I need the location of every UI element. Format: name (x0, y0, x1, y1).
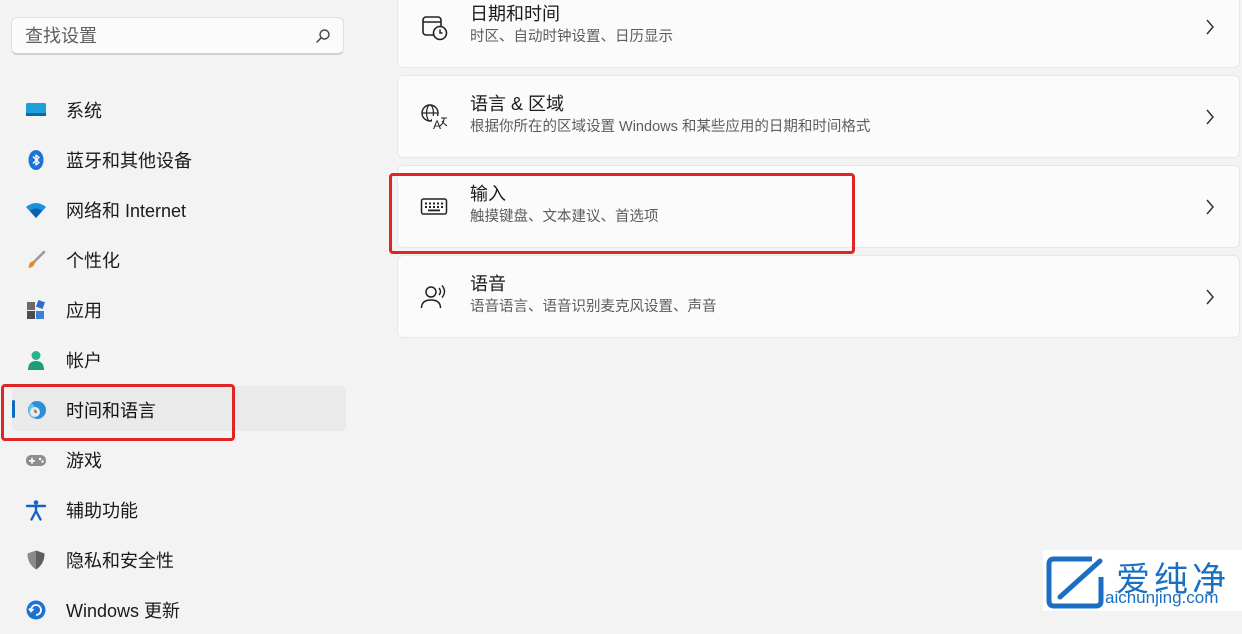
card-title: 语言 & 区域 (470, 94, 565, 114)
sidebar-item-gaming[interactable]: 游戏 (0, 434, 360, 484)
card-subtitle: 根据你所在的区域设置 Windows 和某些应用的日期和时间格式 (470, 119, 871, 135)
sidebar-item-label: 系统 (66, 101, 102, 121)
card-speech[interactable]: 语音 语音语言、语音识别麦克风设置、声音 (397, 255, 1240, 338)
sidebar-item-network[interactable]: 网络和 Internet (0, 184, 360, 234)
sidebar-item-windows-update[interactable]: Windows 更新 (0, 584, 360, 634)
accessibility-icon (25, 500, 47, 521)
sidebar-item-label: 帐户 (66, 351, 102, 371)
keyboard-icon (420, 198, 448, 215)
card-date-time[interactable]: 日期和时间 时区、自动时钟设置、日历显示 (397, 0, 1240, 68)
chevron-right-icon (1206, 199, 1214, 215)
sidebar-item-label: 隐私和安全性 (66, 551, 174, 571)
sidebar-item-apps[interactable]: 应用 (0, 284, 360, 334)
sidebar-item-accounts[interactable]: 帐户 (0, 334, 360, 384)
sidebar-item-bluetooth[interactable]: 蓝牙和其他设备 (0, 134, 360, 184)
card-subtitle: 语音语言、语音识别麦克风设置、声音 (470, 299, 717, 315)
calendar-clock-icon (422, 16, 448, 41)
speech-icon (420, 285, 446, 309)
watermark-logo-icon (1046, 556, 1104, 609)
apps-icon (27, 300, 45, 319)
wifi-icon (26, 203, 46, 218)
watermark: 爱纯净 aichunjing.com (1043, 550, 1242, 611)
card-input[interactable]: 输入 触摸键盘、文本建议、首选项 (397, 165, 1240, 248)
sidebar-item-label: 辅助功能 (66, 501, 138, 521)
card-subtitle: 时区、自动时钟设置、日历显示 (470, 29, 673, 45)
svg-text:A: A (433, 118, 441, 131)
time-language-icon (28, 401, 46, 419)
selection-indicator (12, 400, 15, 418)
sidebar-item-label: 游戏 (66, 451, 102, 471)
chevron-right-icon (1206, 289, 1214, 305)
card-language-region[interactable]: A 语言 & 区域 根据你所在的区域设置 Windows 和某些应用的日期和时间… (397, 75, 1240, 158)
brush-icon (28, 250, 46, 268)
chevron-right-icon (1206, 19, 1214, 35)
language-region-icon: A (421, 104, 448, 131)
sidebar-item-system[interactable]: 系统 (0, 84, 360, 134)
card-title: 输入 (470, 184, 506, 204)
sidebar-item-time-language[interactable]: 时间和语言 (0, 384, 360, 434)
search-input[interactable] (12, 18, 302, 54)
chevron-right-icon (1206, 109, 1214, 125)
sidebar-item-privacy[interactable]: 隐私和安全性 (0, 534, 360, 584)
sidebar-item-label: 网络和 Internet (66, 201, 187, 221)
card-title: 日期和时间 (470, 4, 560, 24)
sidebar-item-label: Windows 更新 (66, 601, 181, 621)
sidebar-item-accessibility[interactable]: 辅助功能 (0, 484, 360, 534)
search-icon[interactable] (315, 28, 331, 44)
sidebar-item-personalization[interactable]: 个性化 (0, 234, 360, 284)
sidebar-item-label: 应用 (66, 301, 102, 321)
sidebar-item-label: 个性化 (66, 251, 120, 271)
sidebar-item-label: 时间和语言 (66, 401, 156, 421)
sidebar-item-label: 蓝牙和其他设备 (66, 151, 192, 171)
shield-icon (27, 550, 45, 570)
gamepad-icon (26, 455, 46, 466)
account-icon (28, 351, 44, 370)
card-title: 语音 (470, 274, 506, 294)
windows-update-icon (26, 600, 46, 620)
system-icon (26, 103, 46, 116)
card-subtitle: 触摸键盘、文本建议、首选项 (470, 209, 659, 225)
bluetooth-icon (28, 150, 44, 170)
search-box[interactable] (11, 17, 344, 55)
watermark-url: aichunjing.com (1105, 588, 1219, 607)
sidebar-nav: 系统 蓝牙和其他设备 网络和 Internet 个性化 应用 帐户 时间和语言 … (0, 84, 360, 634)
selected-background (12, 386, 346, 431)
